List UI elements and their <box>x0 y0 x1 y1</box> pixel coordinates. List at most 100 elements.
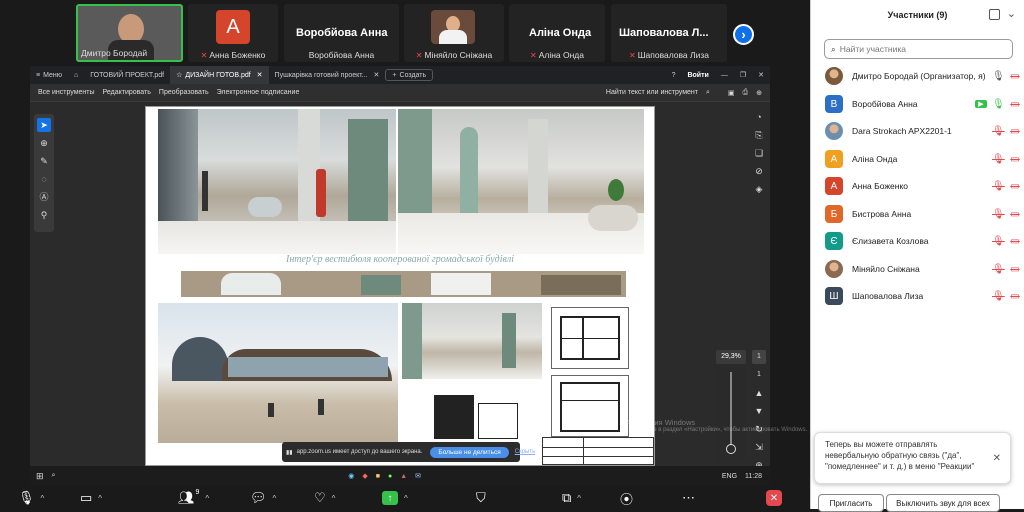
microphone-button[interactable]: 🎙︎ ^ <box>18 489 44 507</box>
close-window-icon[interactable]: ✕ <box>752 66 770 84</box>
stamp-icon[interactable]: ⚲ <box>37 208 51 222</box>
chevron-up-icon[interactable]: ^ <box>98 494 102 503</box>
pen-icon[interactable]: ✎ <box>37 154 51 168</box>
video-off-icon[interactable]: ▭ <box>1009 291 1021 302</box>
video-tile-vorobyova[interactable]: Воробйова Анна Воробйова Анна <box>284 4 399 62</box>
pages-icon[interactable]: ❏ <box>752 146 766 160</box>
print-icon[interactable]: ⎙ <box>743 89 749 97</box>
chevron-up-icon[interactable]: ^ <box>205 494 209 503</box>
page-down-icon[interactable]: ▼ <box>752 404 766 418</box>
record-button[interactable]: ⦿ <box>620 489 633 507</box>
share-screen-button[interactable]: ↑ ^ <box>382 489 408 507</box>
participant-row[interactable]: В Воробйова Анна ▶ 🎙︎ ▭ <box>825 94 1021 114</box>
menu-button[interactable]: ≡ Меню <box>30 66 68 84</box>
taskbar-app-icon[interactable]: ◉ <box>348 472 354 480</box>
video-off-icon[interactable]: ▭ <box>1009 264 1021 275</box>
participant-row[interactable]: Є Єлизавета Козлова 🎙︎ ▭ <box>825 231 1021 251</box>
home-icon[interactable]: ⌂ <box>68 66 84 84</box>
video-off-icon[interactable]: ▭ <box>1009 99 1021 110</box>
video-tile-shapovalova[interactable]: Шаповалова Л... ✕ Шаповалова Лиза <box>611 4 727 62</box>
text-select-icon[interactable]: Ⓐ <box>37 190 51 204</box>
chevron-up-icon[interactable]: ^ <box>577 494 581 503</box>
taskbar-app-icon[interactable]: ◆ <box>362 472 367 480</box>
microphone-icon[interactable]: 🎙︎ <box>992 71 1005 82</box>
lasso-icon[interactable]: ◌ <box>37 172 51 186</box>
participants-button[interactable]: 👥︎ 9 ^ <box>178 489 209 507</box>
participant-row[interactable]: Ш Шаповалова Лиза 🎙︎ ▭ <box>825 286 1021 306</box>
chevron-up-icon[interactable]: ^ <box>404 494 408 503</box>
chevron-up-icon[interactable]: ^ <box>332 494 336 503</box>
tool-e-sign[interactable]: Электронное подписание <box>217 89 300 96</box>
zoom-slider-handle[interactable] <box>726 444 736 454</box>
participant-row[interactable]: Б Бистрова Анна 🎙︎ ▭ <box>825 204 1021 224</box>
fit-icon[interactable]: ⇲ <box>752 440 766 454</box>
mic-muted-icon[interactable]: 🎙︎ <box>992 209 1005 220</box>
zoom-level[interactable]: 29,3% <box>716 350 746 364</box>
login-button[interactable]: Войти <box>681 66 714 84</box>
popout-icon[interactable] <box>989 9 1000 20</box>
mic-muted-icon[interactable]: 🎙︎ <box>992 126 1005 137</box>
invite-button[interactable]: Пригласить <box>818 494 884 512</box>
close-icon[interactable]: ✕ <box>257 71 263 79</box>
video-tile-anna-bozhenko[interactable]: А ✕ Анна Боженко <box>188 4 278 62</box>
security-button[interactable]: ⛉ <box>476 489 486 507</box>
video-off-icon[interactable]: ▭ <box>1009 71 1021 82</box>
search-icon[interactable]: ⌕ <box>52 472 56 480</box>
video-button[interactable]: ▭ ^ <box>80 489 102 507</box>
tab-gotovyi-proekt[interactable]: ГОТОВИЙ ПРОЕКТ.pdf <box>84 66 170 84</box>
zoom-search-icon[interactable]: ⊕ <box>756 89 762 97</box>
participant-row[interactable]: А Анна Боженко 🎙︎ ▭ <box>825 176 1021 196</box>
chevron-up-icon[interactable]: ^ <box>273 494 277 503</box>
tool-edit[interactable]: Редактировать <box>103 89 151 96</box>
bookmark-icon[interactable]: ⎘ <box>752 128 766 142</box>
mic-muted-icon[interactable]: 🎙︎ <box>992 154 1005 165</box>
taskbar-app-icon[interactable]: ● <box>388 473 392 480</box>
minimize-icon[interactable]: — <box>715 66 734 84</box>
close-icon[interactable]: ✕ <box>374 71 380 79</box>
tool-all-tools[interactable]: Все инструменты <box>38 89 95 96</box>
video-off-icon[interactable]: ▭ <box>1009 154 1021 165</box>
taskbar-app-icon[interactable]: ▲ <box>400 473 407 480</box>
video-tile-alina-onda[interactable]: Аліна Онда ✕ Аліна Онда <box>509 4 605 62</box>
mic-muted-icon[interactable]: 🎙︎ <box>992 236 1005 247</box>
participant-search-input[interactable] <box>839 44 1000 54</box>
cursor-icon[interactable]: ➤ <box>37 118 51 132</box>
taskbar-app-icon[interactable]: ✉ <box>415 472 421 480</box>
language-indicator[interactable]: ENG <box>722 473 737 480</box>
page-up-icon[interactable]: ▲ <box>752 386 766 400</box>
stop-sharing-button[interactable]: Больше не делиться <box>430 446 509 458</box>
end-meeting-button[interactable]: ✕ <box>766 489 782 507</box>
layers-icon[interactable]: ◈ <box>752 182 766 196</box>
mic-muted-icon[interactable]: 🎙︎ <box>992 181 1005 192</box>
microphone-icon[interactable]: 🎙︎ <box>992 99 1005 110</box>
mic-muted-icon[interactable]: 🎙︎ <box>992 291 1005 302</box>
tab-dyzain-gotov[interactable]: ☆ ДИЗАЙН ГОТОВ.pdf ✕ <box>170 66 269 84</box>
mic-muted-icon[interactable]: 🎙︎ <box>992 264 1005 275</box>
video-off-icon[interactable]: ▭ <box>1009 181 1021 192</box>
video-off-icon[interactable]: ▭ <box>1009 236 1021 247</box>
new-tab-button[interactable]: + Создать <box>385 69 434 81</box>
apps-button[interactable]: ⧉ ^ <box>562 489 581 507</box>
participant-row[interactable]: Міняйло Сніжана 🎙︎ ▭ <box>825 259 1021 279</box>
chevron-up-icon[interactable]: ^ <box>41 494 45 503</box>
chevron-down-icon[interactable]: ⌄ <box>1007 7 1016 20</box>
chevron-right-icon[interactable]: › <box>733 24 754 45</box>
close-icon[interactable]: ✕ <box>993 453 1001 464</box>
save-icon[interactable]: ▣ <box>728 89 735 97</box>
video-off-icon[interactable]: ▭ <box>1009 209 1021 220</box>
windows-start-icon[interactable]: ⊞ <box>36 471 44 482</box>
comment-zoom-icon[interactable]: ⊕ <box>37 136 51 150</box>
more-button[interactable]: ⋯ <box>682 489 695 507</box>
comment-icon[interactable]: ◔ <box>752 110 766 124</box>
maximize-icon[interactable]: ❐ <box>734 66 752 84</box>
tool-search[interactable]: Найти текст или инструмент <box>606 89 698 96</box>
chat-button[interactable]: 💬︎ ^ <box>250 489 276 507</box>
attach-icon[interactable]: ⊘ <box>752 164 766 178</box>
mute-all-button[interactable]: Выключить звук для всех <box>886 494 1000 512</box>
tab-pushkarivka[interactable]: Пушкарівка готовий проект... ✕ <box>269 66 386 84</box>
video-tile-minyailo[interactable]: ✕ Міняйло Сніжана <box>404 4 504 62</box>
taskbar-clock[interactable]: 11:28 <box>745 473 762 480</box>
video-off-icon[interactable]: ▭ <box>1009 126 1021 137</box>
tool-convert[interactable]: Преобразовать <box>159 89 209 96</box>
taskbar-app-icon[interactable]: ■ <box>376 473 380 480</box>
